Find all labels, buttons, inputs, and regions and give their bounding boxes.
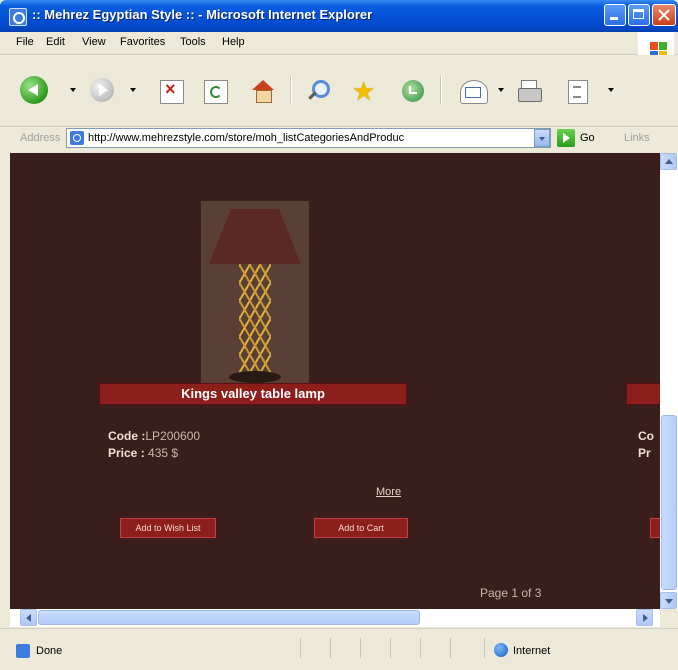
menu-favorites[interactable]: Favorites (120, 36, 165, 48)
horizontal-scroll-thumb[interactable] (38, 610, 420, 625)
code-label: Code : (108, 429, 146, 443)
edit-dropdown-icon[interactable] (608, 88, 614, 92)
stop-icon[interactable] (160, 79, 184, 104)
favorites-star-icon[interactable]: ★ (352, 78, 375, 104)
next-product-name-bar (626, 383, 660, 405)
add-to-wishlist-button[interactable]: Add to Wish List (120, 518, 216, 538)
status-panel-divider (300, 638, 301, 658)
add-to-cart-button[interactable]: Add to Cart (314, 518, 408, 538)
address-input[interactable]: http://www.mehrezstyle.com/store/moh_lis… (66, 128, 551, 148)
edit-icon[interactable] (568, 80, 588, 104)
product-code: Code :LP200600 (108, 429, 200, 443)
page-content: Kings valley table lamp Code :LP200600 P… (10, 153, 660, 609)
scroll-down-icon[interactable] (660, 592, 677, 609)
security-zone-text: Internet (513, 645, 551, 657)
status-bar (0, 628, 678, 670)
status-panel-divider (330, 638, 331, 658)
links-label[interactable]: Links (624, 132, 650, 144)
menu-edit[interactable]: Edit (46, 36, 65, 48)
next-product-button[interactable] (650, 518, 660, 538)
pagination-text: Page 1 of 3 (480, 586, 542, 600)
status-panel-divider (360, 638, 361, 658)
code-value: LP200600 (145, 429, 201, 443)
status-panel-divider (484, 638, 485, 658)
address-label: Address (20, 132, 61, 144)
menu-tools[interactable]: Tools (180, 36, 206, 48)
mail-icon[interactable] (460, 80, 488, 104)
back-dropdown-icon[interactable] (70, 88, 76, 92)
close-button[interactable] (652, 4, 676, 26)
search-icon[interactable] (306, 80, 330, 102)
vertical-scroll-thumb[interactable] (661, 415, 677, 590)
menu-view[interactable]: View (82, 36, 106, 48)
go-arrow-icon[interactable] (557, 129, 575, 147)
toolbar-separator (440, 76, 442, 104)
menu-file[interactable]: File (16, 36, 34, 48)
lamp-stem-icon (239, 264, 271, 374)
price-value: 435 $ (148, 446, 179, 460)
product-price: Price : 435 $ (108, 446, 178, 460)
title-bar: :: Mehrez Egyptian Style :: - Microsoft … (0, 0, 678, 32)
minimize-button[interactable] (604, 4, 626, 26)
status-panel-divider (450, 638, 451, 658)
home-icon[interactable] (252, 80, 274, 103)
address-url[interactable]: http://www.mehrezstyle.com/store/moh_lis… (88, 132, 404, 144)
lamp-shade-icon (209, 209, 301, 264)
price-label: Price : (108, 446, 145, 460)
scroll-right-icon[interactable] (636, 609, 653, 626)
ie-app-icon[interactable] (9, 8, 27, 26)
next-product-price-label: Pr (638, 446, 651, 460)
status-text: Done (36, 645, 63, 657)
scroll-corner (660, 609, 678, 627)
menu-help[interactable]: Help (222, 36, 245, 48)
page-favicon-icon (70, 131, 84, 145)
scroll-left-icon[interactable] (20, 609, 37, 626)
history-icon[interactable] (402, 80, 424, 102)
refresh-icon[interactable] (204, 80, 228, 104)
mail-dropdown-icon[interactable] (498, 88, 504, 92)
go-button[interactable]: Go (580, 132, 595, 144)
status-panel-divider (390, 638, 391, 658)
product-name: Kings valley table lamp (99, 383, 407, 405)
toolbar-separator (290, 76, 292, 104)
maximize-button[interactable] (628, 4, 650, 26)
more-link[interactable]: More (376, 486, 401, 498)
forward-dropdown-icon[interactable] (130, 88, 136, 92)
internet-zone-icon (494, 643, 508, 657)
window-title: :: Mehrez Egyptian Style :: - Microsoft … (32, 7, 373, 22)
product-image[interactable] (201, 201, 309, 386)
address-dropdown-button[interactable] (534, 129, 550, 147)
lamp-base-icon (229, 371, 281, 383)
forward-icon[interactable] (90, 78, 114, 102)
menu-bar: File Edit View Favorites Tools Help (0, 32, 678, 55)
scroll-up-icon[interactable] (660, 153, 677, 170)
page-status-icon (16, 644, 30, 658)
back-icon[interactable] (20, 76, 48, 104)
print-icon[interactable] (518, 80, 542, 102)
next-product-code-label: Co (638, 429, 654, 443)
browser-window: :: Mehrez Egyptian Style :: - Microsoft … (0, 0, 678, 670)
status-panel-divider (420, 638, 421, 658)
